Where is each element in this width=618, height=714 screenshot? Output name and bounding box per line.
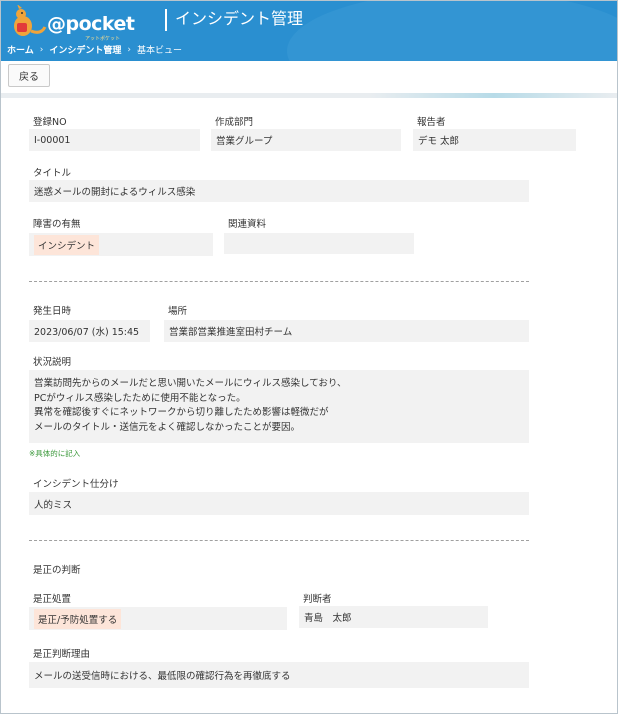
datetime-value: 2023/06/07 (水) 15:45 xyxy=(34,327,140,338)
back-button[interactable]: 戻る xyxy=(8,64,50,87)
reporter-field[interactable]: デモ 太郎 xyxy=(413,129,576,151)
breadcrumb-separator: › xyxy=(39,44,44,55)
department-value: 営業グループ xyxy=(216,136,273,147)
failure-tag: インシデント xyxy=(34,234,100,255)
section-divider xyxy=(29,540,529,541)
reporter-label: 報告者 xyxy=(417,117,446,128)
description-line: 営業訪問先からのメールだと思い開いたメールにウィルス感染しており、 xyxy=(34,378,347,389)
place-label: 場所 xyxy=(168,306,188,317)
correction-heading: 是正の判断 xyxy=(33,565,81,576)
reg-no-field[interactable]: I-00001 xyxy=(29,129,200,151)
kangaroo-icon xyxy=(14,4,47,36)
breadcrumb-incident[interactable]: インシデント管理 xyxy=(49,43,121,56)
breadcrumb-home[interactable]: ホーム xyxy=(7,43,34,56)
toolbar: 戻る xyxy=(1,61,617,93)
app-logo[interactable]: @pocket アットポケット xyxy=(7,4,135,42)
description-field[interactable]: 営業訪問先からのメールだと思い開いたメールにウィルス感染しており、 PCがウィル… xyxy=(29,370,529,443)
reason-field[interactable]: メールの送受信時における、最低限の確認行為を再徹底する xyxy=(29,662,529,688)
department-field[interactable]: 営業グループ xyxy=(211,129,401,151)
section-divider xyxy=(29,281,529,282)
failure-field[interactable]: インシデント xyxy=(29,233,213,256)
reason-value: メールの送受信時における、最低限の確認行為を再徹底する xyxy=(34,671,291,682)
reg-no-value: I-00001 xyxy=(34,134,71,146)
reporter-value: デモ 太郎 xyxy=(418,136,460,147)
description-line: PCがウィルス感染したために使用不能となった。 xyxy=(34,392,246,404)
title-label: タイトル xyxy=(33,168,72,179)
page-title: インシデント管理 xyxy=(165,9,303,31)
description-line: 異常を確認後すぐにネットワークから切り離したため影響は軽微だが xyxy=(34,407,329,418)
header-decoration xyxy=(287,1,617,61)
classification-field[interactable]: 人的ミス xyxy=(29,492,529,515)
description-line: メールのタイトル・送信元をよく確認しなかったことが要因。 xyxy=(34,421,301,433)
logo-subtext: アットポケット xyxy=(85,36,121,42)
classification-label: インシデント仕分け xyxy=(33,479,119,490)
judge-field[interactable]: 青島 太郎 xyxy=(299,606,488,628)
breadcrumb-current: 基本ビュー xyxy=(136,46,182,56)
judge-value: 青島 太郎 xyxy=(304,613,352,624)
department-label: 作成部門 xyxy=(215,117,254,128)
place-value: 営業部営業推進室田村チーム xyxy=(169,327,293,338)
action-label: 是正処置 xyxy=(33,594,72,605)
reason-label: 是正判断理由 xyxy=(33,649,91,660)
description-note: ※具体的に記入 xyxy=(29,449,81,458)
related-docs-field[interactable] xyxy=(224,233,414,254)
datetime-label: 発生日時 xyxy=(33,306,72,317)
record-detail: 登録NO I-00001 作成部門 営業グループ 報告者 デモ 太郎 タイトル … xyxy=(1,98,617,713)
title-field[interactable]: 迷惑メールの開封によるウィルス感染 xyxy=(29,180,529,202)
description-label: 状況説明 xyxy=(33,357,72,368)
related-docs-label: 関連資料 xyxy=(228,219,267,230)
breadcrumb: ホーム › インシデント管理 › 基本ビュー xyxy=(7,43,182,57)
datetime-field[interactable]: 2023/06/07 (水) 15:45 xyxy=(29,320,150,342)
title-value: 迷惑メールの開封によるウィルス感染 xyxy=(34,187,196,198)
classification-value: 人的ミス xyxy=(34,499,73,511)
action-tag: 是正/予防処置する xyxy=(34,608,122,629)
failure-label: 障害の有無 xyxy=(33,219,81,230)
reg-no-label: 登録NO xyxy=(33,117,67,128)
judge-label: 判断者 xyxy=(303,594,332,605)
place-field[interactable]: 営業部営業推進室田村チーム xyxy=(164,320,529,342)
action-field[interactable]: 是正/予防処置する xyxy=(29,607,287,630)
logo-text: @pocket xyxy=(47,13,135,35)
breadcrumb-separator: › xyxy=(127,44,131,55)
app-header: @pocket アットポケット インシデント管理 ホーム › インシデント管理 … xyxy=(1,1,617,61)
